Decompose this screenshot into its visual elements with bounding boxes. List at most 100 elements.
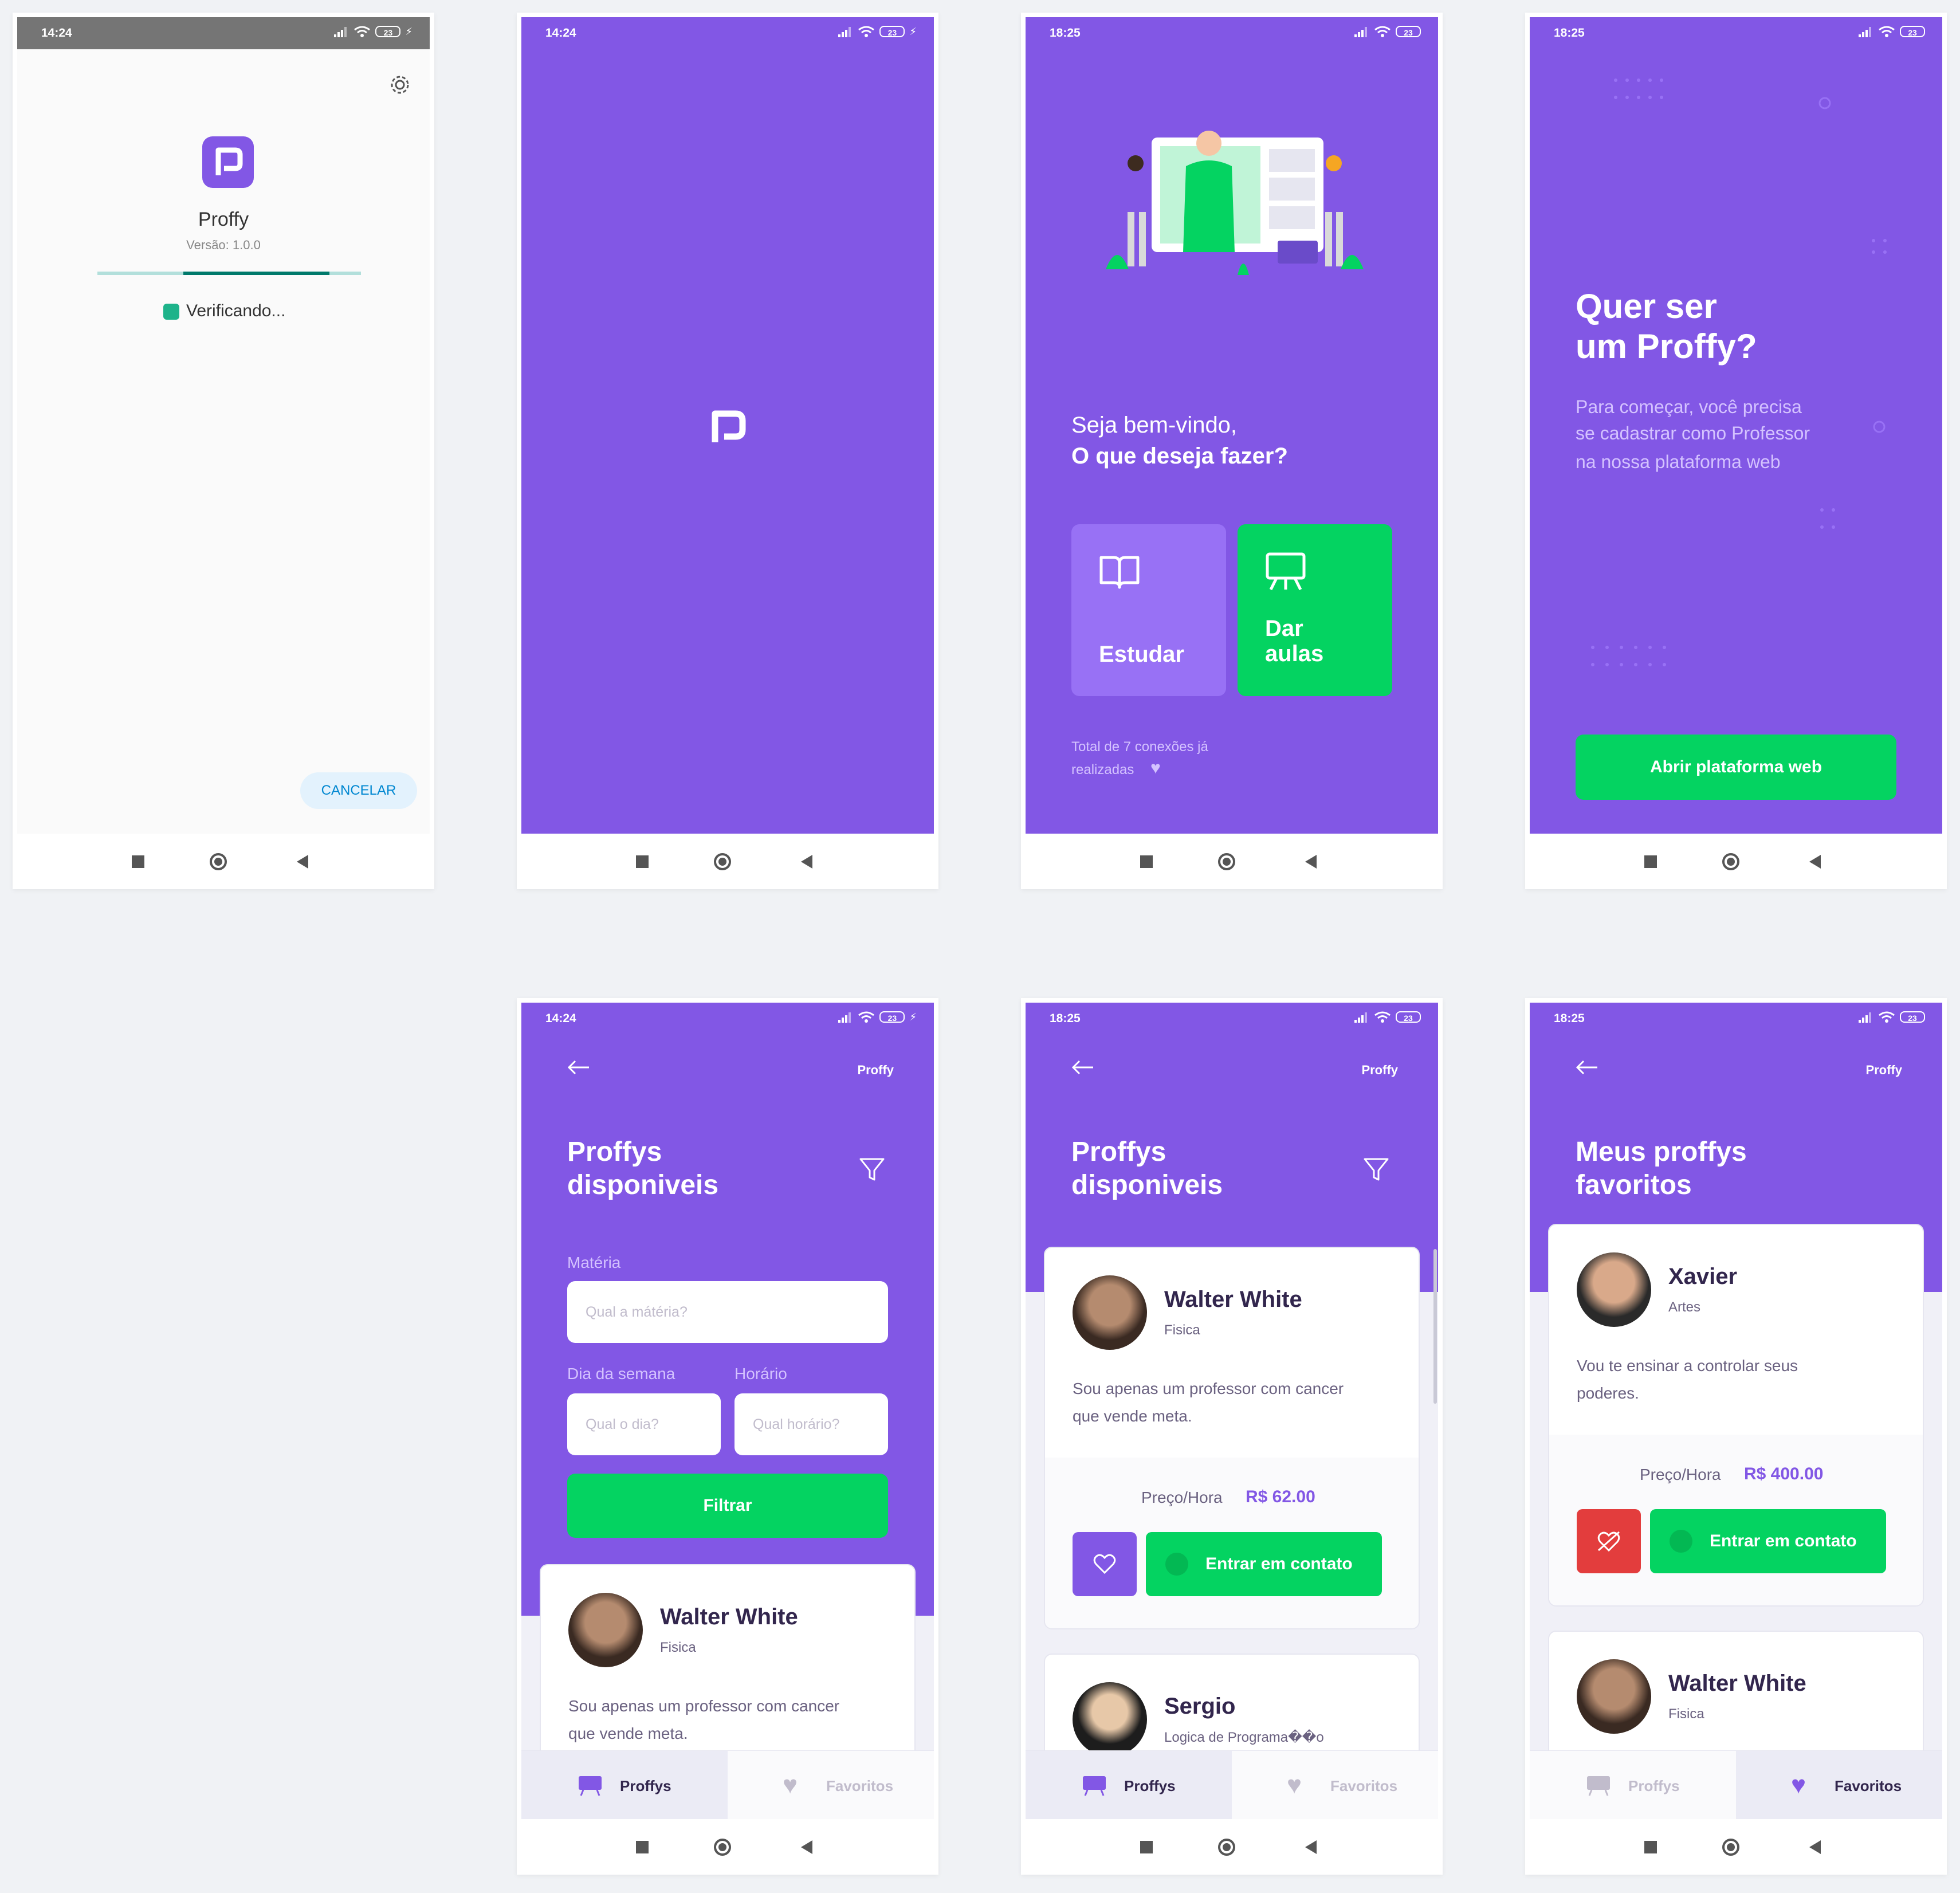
- app-name: Proffy: [198, 209, 249, 230]
- unfavorite-button[interactable]: [1577, 1509, 1641, 1573]
- battery-icon: 23: [375, 26, 401, 37]
- signal-icon: [334, 26, 349, 37]
- tab-proffys[interactable]: Proffys: [1530, 1751, 1736, 1819]
- home-button[interactable]: [714, 1839, 731, 1856]
- page-title-line1: Proffys: [567, 1137, 662, 1167]
- price-value: R$ 62.00: [1246, 1487, 1315, 1506]
- app-logo-icon: [202, 136, 254, 188]
- heart-outline-icon: [1093, 1554, 1116, 1574]
- tab-favoritos[interactable]: ♥ Favoritos: [1736, 1751, 1942, 1819]
- teach-button[interactable]: Dar aulas: [1238, 524, 1392, 696]
- back-arrow-icon[interactable]: [566, 1059, 591, 1076]
- page-title-line1: Meus proffys: [1576, 1137, 1747, 1167]
- heart-off-icon: [1597, 1531, 1620, 1552]
- wifi-icon: [1879, 1011, 1895, 1023]
- screen-1: 14:24 23 ⚡ Proffy Versão: 1.0.0 Verifica…: [17, 17, 430, 834]
- teacher-bio-line2: que vende meta.: [1073, 1407, 1192, 1425]
- heart-icon: ♥: [1287, 1771, 1302, 1799]
- signal-icon: [838, 1011, 853, 1023]
- home-button[interactable]: [210, 853, 227, 870]
- back-button[interactable]: [1305, 855, 1317, 869]
- back-button[interactable]: [1809, 855, 1821, 869]
- teacher-subject: Logica de Programa��o: [1164, 1730, 1324, 1745]
- app-version: Versão: 1.0.0: [186, 238, 261, 252]
- home-button[interactable]: [714, 853, 731, 870]
- screen-6: 18:25 23 Proffy Proffys disponiveis Walt…: [1026, 1003, 1438, 1819]
- recent-apps-button[interactable]: [636, 855, 649, 868]
- week-day-input[interactable]: Qual o dia?: [567, 1393, 721, 1455]
- teacher-subject: Fisica: [660, 1640, 696, 1655]
- wifi-icon: [354, 26, 371, 37]
- proffy-logo-icon: [712, 410, 746, 442]
- home-button[interactable]: [1722, 1839, 1739, 1856]
- status-time: 18:25: [1050, 26, 1081, 40]
- android-navbar: [521, 1819, 934, 1875]
- subject-label: Matéria: [567, 1254, 621, 1271]
- avatar: [1577, 1252, 1651, 1327]
- teach-label-line1: Dar: [1265, 616, 1303, 641]
- easel-icon: [1083, 1776, 1106, 1796]
- recent-apps-button[interactable]: [1140, 855, 1153, 868]
- filter-submit-button[interactable]: Filtrar: [567, 1474, 888, 1538]
- progress-bar: [97, 272, 361, 275]
- week-day-label: Dia da semana: [567, 1365, 675, 1383]
- teacher-bio-line2: poderes.: [1577, 1384, 1639, 1402]
- landing-illustration: [1106, 131, 1364, 275]
- signal-icon: [1859, 26, 1873, 37]
- gear-icon[interactable]: [388, 73, 411, 96]
- home-button[interactable]: [1218, 853, 1235, 870]
- tab-bar: Proffys ♥ Favoritos: [1026, 1750, 1438, 1819]
- back-button[interactable]: [801, 1840, 812, 1854]
- back-arrow-icon[interactable]: [1574, 1059, 1600, 1076]
- shield-icon: [163, 304, 179, 320]
- teacher-name: Xavier: [1668, 1264, 1738, 1289]
- tab-proffys[interactable]: Proffys: [1026, 1751, 1232, 1819]
- status-bar: 14:24 23 ⚡: [521, 1003, 934, 1035]
- scrollbar[interactable]: [1433, 1249, 1437, 1404]
- phone-screen-7: 18:25 23 Proffy Meus proffys favoritos X…: [1525, 998, 1947, 1875]
- tab-proffys-label: Proffys: [620, 1777, 671, 1794]
- tab-favoritos[interactable]: ♥ Favoritos: [728, 1751, 934, 1819]
- tab-proffys[interactable]: Proffys: [521, 1751, 728, 1819]
- android-navbar: [1026, 834, 1438, 889]
- signal-icon: [1354, 1011, 1369, 1023]
- tab-favoritos[interactable]: ♥ Favoritos: [1232, 1751, 1438, 1819]
- contact-button[interactable]: Entrar em contato: [1650, 1509, 1886, 1573]
- home-button[interactable]: [1218, 1839, 1235, 1856]
- status-time: 18:25: [1050, 1012, 1081, 1025]
- tab-favoritos-label: Favoritos: [1835, 1777, 1902, 1794]
- teacher-bio-line2: que vende meta.: [568, 1725, 688, 1742]
- recent-apps-button[interactable]: [132, 855, 144, 868]
- recent-apps-button[interactable]: [1644, 855, 1657, 868]
- screen-2: 14:24 23 ⚡: [521, 17, 934, 834]
- screen-7: 18:25 23 Proffy Meus proffys favoritos X…: [1530, 1003, 1942, 1819]
- open-web-platform-button[interactable]: Abrir plataforma web: [1576, 735, 1896, 800]
- back-button[interactable]: [1809, 1840, 1821, 1854]
- back-button[interactable]: [1305, 1840, 1317, 1854]
- recent-apps-button[interactable]: [636, 1841, 649, 1853]
- back-button[interactable]: [297, 855, 308, 869]
- back-button[interactable]: [801, 855, 812, 869]
- time-input[interactable]: Qual horário?: [734, 1393, 888, 1455]
- teacher-subject: Artes: [1668, 1299, 1701, 1315]
- android-navbar: [1530, 1819, 1942, 1875]
- status-time: 14:24: [545, 26, 576, 40]
- subject-input[interactable]: Qual a mátéria?: [567, 1281, 888, 1343]
- filter-icon[interactable]: [858, 1156, 886, 1183]
- recent-apps-button[interactable]: [1140, 1841, 1153, 1853]
- cancel-button[interactable]: CANCELAR: [300, 772, 417, 809]
- contact-button[interactable]: Entrar em contato: [1146, 1532, 1382, 1596]
- teacher-card: Walter White Fisica Sou apenas um profes…: [1044, 1247, 1420, 1629]
- filter-icon[interactable]: [1362, 1156, 1390, 1183]
- wifi-icon: [1374, 26, 1391, 37]
- recent-apps-button[interactable]: [1644, 1841, 1657, 1853]
- teacher-name: Walter White: [1164, 1287, 1302, 1312]
- favorite-button[interactable]: [1073, 1532, 1137, 1596]
- status-bar: 18:25 23: [1530, 1003, 1942, 1035]
- title-line1: Quer ser: [1576, 287, 1717, 325]
- question-text: O que deseja fazer?: [1071, 443, 1288, 469]
- home-button[interactable]: [1722, 853, 1739, 870]
- back-arrow-icon[interactable]: [1070, 1059, 1095, 1076]
- avatar: [1073, 1682, 1147, 1757]
- study-button[interactable]: Estudar: [1071, 524, 1226, 696]
